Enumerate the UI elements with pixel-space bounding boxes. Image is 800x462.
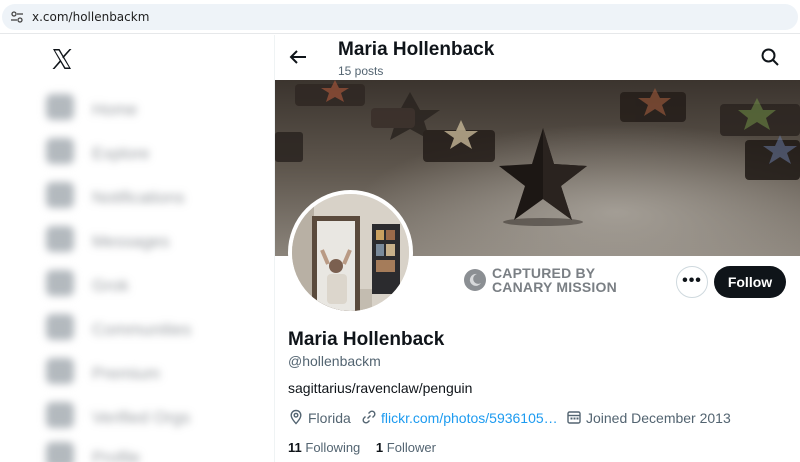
profile-handle: @hollenbackm	[288, 353, 381, 369]
followers-label: Follower	[386, 440, 436, 455]
following-count: 11	[288, 440, 302, 455]
sidebar-item-home[interactable]: Home	[46, 90, 236, 124]
link-icon	[362, 410, 376, 424]
sidebar-item-label: Grok	[92, 276, 129, 295]
location-text: Florida	[308, 410, 351, 426]
avatar-photo	[292, 194, 409, 311]
grok-icon	[46, 270, 74, 296]
profile-location: Florida	[288, 409, 358, 427]
sidebar-item-messages[interactable]: Messages	[46, 222, 236, 256]
header-post-count: 15 posts	[338, 64, 384, 78]
browser-address-bar: x.com/hollenbackm	[0, 0, 800, 34]
calendar-icon	[567, 411, 581, 424]
sidebar-item-verified-orgs[interactable]: Verified Orgs	[46, 398, 236, 432]
sidebar-item-label: Messages	[92, 232, 170, 251]
sidebar-item-label: Notifications	[92, 188, 185, 207]
profile-header-bar: Maria Hollenback 15 posts	[275, 35, 800, 80]
sidebar-item-notifications[interactable]: Notifications	[46, 178, 236, 212]
moon-badge-icon	[464, 269, 486, 291]
header-profile-name: Maria Hollenback	[338, 39, 495, 60]
back-arrow-icon[interactable]	[287, 46, 309, 68]
bell-icon	[46, 182, 74, 208]
followers-link[interactable]: 1 Follower	[376, 440, 436, 455]
sidebar-item-label: Profile	[92, 448, 141, 462]
verified-icon	[46, 402, 74, 428]
sidebar-item-premium[interactable]: Premium	[46, 354, 236, 388]
profile-display-name: Maria Hollenback	[288, 329, 445, 350]
captured-line2: CANARY MISSION	[492, 279, 617, 295]
more-dots-icon: •••	[682, 272, 702, 289]
sidebar-item-explore[interactable]: Explore	[46, 134, 236, 168]
x-logo-icon[interactable]	[50, 47, 74, 71]
home-icon	[46, 94, 74, 120]
premium-icon	[46, 358, 74, 384]
joined-text: Joined December 2013	[586, 410, 731, 426]
captured-line1: CAPTURED BY	[492, 265, 596, 281]
captured-text: CAPTURED BY CANARY MISSION	[492, 266, 617, 294]
site-settings-icon[interactable]	[10, 10, 24, 24]
location-pin-icon	[290, 409, 302, 425]
more-options-button[interactable]: •••	[676, 266, 708, 298]
following-link[interactable]: 11 Following	[288, 440, 360, 455]
url-field[interactable]: x.com/hollenbackm	[2, 4, 798, 30]
follow-stats: 11 Following 1 Follower	[288, 440, 448, 455]
mail-icon	[46, 226, 74, 252]
profile-bio: sagittarius/ravenclaw/penguin	[288, 380, 473, 396]
search-icon[interactable]	[759, 46, 781, 68]
url-text: x.com/hollenbackm	[32, 10, 150, 24]
followers-count: 1	[375, 440, 384, 455]
profile-joined-date: Joined December 2013	[566, 409, 736, 427]
sidebar-item-profile[interactable]: Profile	[46, 438, 236, 462]
sidebar-item-label: Verified Orgs	[92, 408, 191, 427]
profile-avatar[interactable]	[288, 190, 413, 315]
website-link-text[interactable]: flickr.com/photos/5936105…	[381, 410, 558, 426]
sidebar-item-grok[interactable]: Grok	[46, 266, 236, 300]
following-label: Following	[305, 440, 361, 455]
captured-badge: CAPTURED BY CANARY MISSION	[464, 266, 624, 298]
sidebar: Home Explore Notifications Messages Grok…	[0, 35, 275, 462]
profile-column: Maria Hollenback 15 posts CAPTURED BY CA…	[275, 35, 800, 462]
sidebar-item-communities[interactable]: Communities	[46, 310, 236, 344]
follow-button[interactable]: Follow	[714, 266, 786, 298]
communities-icon	[46, 314, 74, 340]
profile-icon	[46, 442, 74, 462]
sidebar-item-label: Explore	[92, 144, 150, 163]
search-icon	[46, 138, 74, 164]
sidebar-item-label: Home	[92, 100, 138, 119]
profile-website-link[interactable]: flickr.com/photos/5936105…	[361, 409, 561, 427]
sidebar-item-label: Premium	[92, 364, 161, 383]
sidebar-item-label: Communities	[92, 320, 192, 339]
